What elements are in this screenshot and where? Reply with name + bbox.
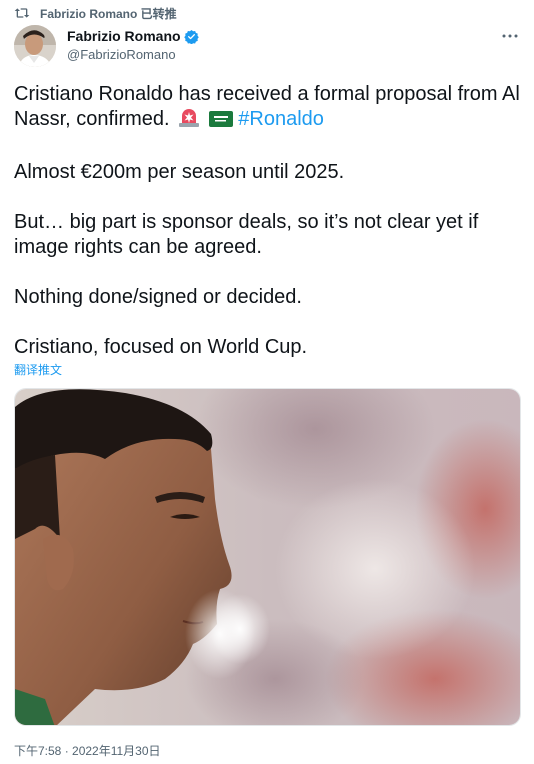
more-options-button[interactable] xyxy=(500,28,520,44)
tweet-paragraph-1: Cristiano Ronaldo has received a formal … xyxy=(14,82,526,135)
more-horizontal-icon xyxy=(502,34,518,38)
tweet-text: Cristiano Ronaldo has received a formal … xyxy=(14,82,526,360)
saudi-arabia-flag-emoji xyxy=(208,110,233,135)
retweet-header[interactable]: Fabrizio Romano 已转推 xyxy=(14,4,177,22)
translate-tweet-link[interactable]: 翻译推文 xyxy=(14,361,62,378)
police-light-emoji xyxy=(178,108,200,135)
tweet-paragraph-4: Nothing done/signed or decided. xyxy=(14,286,302,308)
tweet-paragraph-5: Cristiano, focused on World Cup. xyxy=(14,336,308,358)
avatar[interactable] xyxy=(14,25,56,67)
author-name[interactable]: Fabrizio Romano xyxy=(67,28,181,44)
verified-badge-icon xyxy=(183,29,199,44)
author-handle[interactable]: @FabrizioRomano xyxy=(67,47,199,62)
tweet-paragraph-3: But… big part is sponsor deals, so it’s … xyxy=(14,211,479,258)
retweet-icon xyxy=(14,5,34,21)
retweet-label: Fabrizio Romano 已转推 xyxy=(40,6,177,21)
tweet-timestamp[interactable]: 下午7:58 · 2022年11月30日 xyxy=(14,742,161,759)
hashtag-link[interactable]: #Ronaldo xyxy=(238,108,324,130)
tweet-paragraph-2: Almost €200m per season until 2025. xyxy=(14,161,345,183)
author-name-row[interactable]: Fabrizio Romano xyxy=(67,27,199,45)
tweet-media-image[interactable] xyxy=(14,388,521,726)
author-info: Fabrizio Romano @FabrizioRomano xyxy=(67,27,199,62)
